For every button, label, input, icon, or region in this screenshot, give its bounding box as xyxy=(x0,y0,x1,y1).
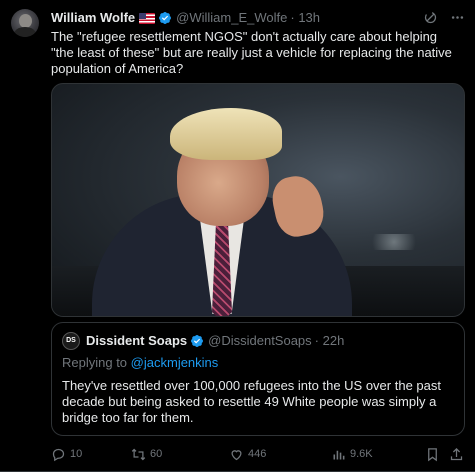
action-bar: 10 60 446 9.6K xyxy=(51,445,465,463)
author-name[interactable]: William Wolfe xyxy=(51,10,135,26)
grok-icon[interactable] xyxy=(423,10,438,25)
bookmark-button[interactable] xyxy=(425,445,440,463)
like-count: 446 xyxy=(248,448,267,460)
heart-icon xyxy=(231,449,242,460)
view-count: 9.6K xyxy=(350,448,373,460)
quoted-author-handle: @DissidentSoaps xyxy=(208,333,312,348)
reply-count: 10 xyxy=(70,448,83,460)
quoted-tweet-timestamp: · 22h xyxy=(314,333,345,348)
repost-count: 60 xyxy=(150,448,163,460)
more-icon[interactable] xyxy=(450,10,465,25)
quoted-tweet-header: DS Dissident Soaps @DissidentSoaps · 22h xyxy=(62,332,344,350)
views-button[interactable]: 9.6K xyxy=(331,445,373,463)
tweet-header: William Wolfe @William_E_Wolfe · 13h xyxy=(51,10,465,26)
tweet-photo[interactable] xyxy=(51,83,465,317)
verified-badge-icon[interactable] xyxy=(158,11,172,25)
repost-icon xyxy=(131,448,146,460)
author-handle[interactable]: @William_E_Wolfe xyxy=(176,10,287,26)
views-icon xyxy=(333,450,345,459)
verified-badge-icon xyxy=(191,335,204,347)
tweet-timestamp[interactable]: · 13h xyxy=(290,10,320,26)
us-flag-icon xyxy=(139,12,156,24)
quoted-author-avatar[interactable]: DS xyxy=(62,332,80,350)
quoted-tweet-text: They've resettled over 100,000 refugees … xyxy=(62,378,441,425)
tweet-text: The "refugee resettlement NGOS" don't ac… xyxy=(51,29,452,76)
tweet[interactable]: William Wolfe @William_E_Wolfe · 13h The… xyxy=(0,0,475,472)
replying-to-label: Replying to xyxy=(62,355,128,370)
author-avatar[interactable] xyxy=(11,9,39,37)
reply-icon xyxy=(52,448,65,461)
share-button[interactable] xyxy=(449,445,464,463)
repost-button[interactable]: 60 xyxy=(131,445,162,463)
like-button[interactable]: 446 xyxy=(229,445,266,463)
quoted-tweet[interactable]: DS Dissident Soaps @DissidentSoaps · 22h… xyxy=(51,322,465,436)
quoted-author-name: Dissident Soaps xyxy=(86,333,188,348)
reply-button[interactable]: 10 xyxy=(51,445,82,463)
bookmark-icon xyxy=(428,447,437,461)
replying-to: Replying to @jackmjenkins xyxy=(62,355,218,371)
replying-to-handle[interactable]: @jackmjenkins xyxy=(131,355,219,370)
share-icon xyxy=(450,447,463,460)
